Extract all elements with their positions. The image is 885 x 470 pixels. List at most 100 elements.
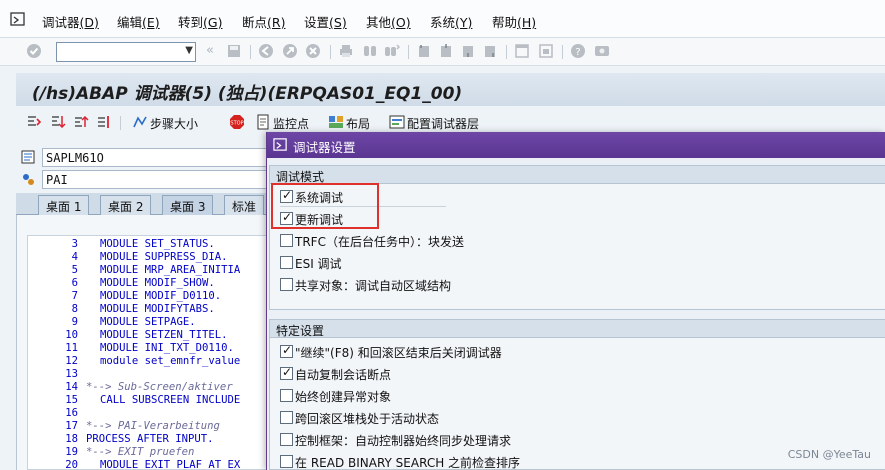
code-text: PROCESS AFTER INPUT. bbox=[86, 433, 214, 445]
continue-icon[interactable] bbox=[96, 114, 112, 130]
program-field[interactable]: SAPLM61O bbox=[42, 148, 268, 167]
svg-text:?: ? bbox=[575, 47, 580, 58]
code-text: MODULE SETZEN_TITEL. bbox=[100, 329, 228, 341]
checkbox-label: ESI 调试 bbox=[295, 257, 342, 271]
code-text: *--> EXIT pruefen bbox=[86, 446, 195, 458]
checkmark-icon: ✓ bbox=[282, 365, 293, 379]
tab-standard[interactable]: 标准 bbox=[224, 195, 265, 215]
customize-layout-icon[interactable] bbox=[594, 43, 610, 59]
watchpoint-button[interactable]: 监控点 bbox=[273, 115, 309, 132]
code-text: CALL SUBSCREEN INCLUDE bbox=[100, 394, 241, 406]
previous-page-icon[interactable] bbox=[438, 43, 454, 59]
back-icon[interactable] bbox=[258, 43, 274, 59]
checkbox[interactable] bbox=[280, 411, 293, 424]
code-text: MODULE MODIFYTABS. bbox=[100, 303, 215, 315]
menu-settings[interactable]: 设置(S) bbox=[304, 12, 347, 31]
menu-edit[interactable]: 编辑(E) bbox=[117, 12, 160, 31]
last-page-icon[interactable] bbox=[482, 43, 498, 59]
line-number: 14 bbox=[65, 381, 78, 393]
dropdown-arrow-icon[interactable]: ▼ bbox=[185, 45, 193, 56]
checkbox[interactable] bbox=[280, 455, 293, 468]
checkbox[interactable] bbox=[280, 389, 293, 402]
checkbox-label: "继续"(F8) 和回滚区结束后关闭调试器 bbox=[295, 346, 502, 360]
checked-checkbox[interactable]: ✓ bbox=[280, 343, 293, 358]
line-number: 3 bbox=[71, 238, 78, 250]
stop-icon[interactable]: STOP bbox=[229, 114, 245, 130]
dialog-title: 调试器设置 bbox=[293, 140, 356, 155]
find-icon[interactable] bbox=[362, 43, 378, 59]
code-text: MODULE INI_TXT_D0110. bbox=[100, 342, 234, 354]
menu-bar: 调试器(D) 编辑(E) 转到(G) 断点(R) 设置(S) 其他(O) 系统(… bbox=[0, 0, 885, 38]
configure-layers-icon bbox=[389, 115, 405, 129]
checkbox-label: 共享对象：调试自动区域结构 bbox=[295, 279, 452, 293]
code-text: MODULE SET_STATUS. bbox=[100, 238, 215, 250]
code-text: MODULE MODIF_D0110. bbox=[100, 290, 222, 302]
menu-debugger[interactable]: 调试器(D) bbox=[42, 12, 99, 31]
layout-button[interactable]: 布局 bbox=[346, 115, 370, 132]
line-number: 6 bbox=[71, 277, 78, 289]
line-number: 5 bbox=[71, 264, 78, 276]
shortcut-icon[interactable] bbox=[538, 43, 554, 59]
return-icon[interactable] bbox=[73, 114, 89, 130]
print-icon[interactable] bbox=[338, 43, 354, 59]
configure-layers-button[interactable]: 配置调试器层 bbox=[407, 115, 479, 132]
line-number: 7 bbox=[71, 290, 78, 302]
line-number: 18 bbox=[65, 433, 78, 445]
single-step-icon[interactable] bbox=[26, 114, 42, 130]
tab-desktop-2[interactable]: 桌面 2 bbox=[100, 195, 152, 215]
dialog-title-bar[interactable]: 调试器设置 bbox=[267, 132, 885, 158]
line-number: 11 bbox=[65, 342, 78, 354]
checkbox[interactable] bbox=[280, 278, 293, 291]
menu-other[interactable]: 其他(O) bbox=[366, 12, 411, 31]
line-number: 12 bbox=[65, 355, 78, 367]
system-menu-icon[interactable] bbox=[10, 11, 26, 27]
checkbox[interactable] bbox=[280, 433, 293, 446]
checked-checkbox[interactable]: ✓ bbox=[280, 365, 293, 380]
code-text: MODULE SETPAGE. bbox=[100, 316, 196, 328]
find-next-icon[interactable] bbox=[384, 43, 400, 59]
next-page-icon[interactable] bbox=[460, 43, 476, 59]
save-icon[interactable] bbox=[226, 43, 242, 59]
line-number: 19 bbox=[65, 446, 78, 458]
step-size-icon bbox=[133, 116, 147, 128]
watchpoint-icon bbox=[257, 114, 269, 130]
standard-toolbar: ▼ « ? bbox=[0, 38, 885, 66]
line-number: 15 bbox=[65, 394, 78, 406]
code-text: module set_emnfr_value bbox=[100, 355, 241, 367]
checkmark-icon: ✓ bbox=[282, 343, 293, 357]
menu-help[interactable]: 帮助(H) bbox=[492, 12, 536, 31]
program-icon bbox=[21, 150, 35, 164]
code-text: MODULE MRP_AREA_INITIA bbox=[100, 264, 241, 276]
checkbox[interactable] bbox=[280, 256, 293, 269]
double-chevron-left-icon[interactable]: « bbox=[206, 43, 222, 59]
source-code-panel: 3 MODULE SET_STATUS. 4 MODULE SUPPRESS_DIA.… bbox=[16, 215, 269, 470]
menu-system[interactable]: 系统(Y) bbox=[430, 12, 472, 31]
checkbox-label: 跨回滚区堆栈处于活动状态 bbox=[295, 412, 440, 426]
checkbox-label: 自动复制会话断点 bbox=[295, 368, 392, 382]
layout-icon bbox=[329, 116, 343, 128]
watermark: CSDN @YeeTau bbox=[787, 448, 871, 461]
checkbox-label: 在 READ BINARY SEARCH 之前检查排序 bbox=[295, 456, 521, 470]
tab-desktop-1[interactable]: 桌面 1 bbox=[38, 195, 90, 215]
include-field[interactable]: PAI bbox=[42, 170, 268, 189]
page-title: (/hs)ABAP 调试器(5) (独占)(ERPQAS01_EQ1_00) bbox=[32, 84, 463, 104]
help-icon[interactable]: ? bbox=[570, 43, 586, 59]
enter-icon[interactable] bbox=[26, 43, 42, 59]
line-number: 9 bbox=[71, 316, 78, 328]
dialog-menu-icon[interactable] bbox=[273, 137, 288, 152]
menu-goto[interactable]: 转到(G) bbox=[178, 12, 222, 31]
annotation-highlight-box bbox=[271, 183, 379, 229]
exit-icon[interactable] bbox=[282, 43, 298, 59]
source-code-view[interactable]: 3 MODULE SET_STATUS. 4 MODULE SUPPRESS_DIA.… bbox=[27, 235, 269, 470]
tab-desktop-3[interactable]: 桌面 3 bbox=[162, 195, 214, 215]
code-text: MODULE MODIF_SHOW. bbox=[100, 277, 215, 289]
execute-step-icon[interactable] bbox=[50, 114, 66, 130]
step-size-button[interactable]: 步骤大小 bbox=[150, 115, 198, 132]
checkbox-label: TRFC（在后台任务中）：块发送 bbox=[295, 235, 464, 249]
menu-breakpoints[interactable]: 断点(R) bbox=[242, 12, 285, 31]
command-field[interactable]: ▼ bbox=[56, 42, 196, 62]
first-page-icon[interactable] bbox=[416, 43, 432, 59]
new-session-icon[interactable] bbox=[514, 43, 530, 59]
checkbox[interactable] bbox=[280, 234, 293, 247]
cancel-icon[interactable] bbox=[305, 43, 321, 59]
